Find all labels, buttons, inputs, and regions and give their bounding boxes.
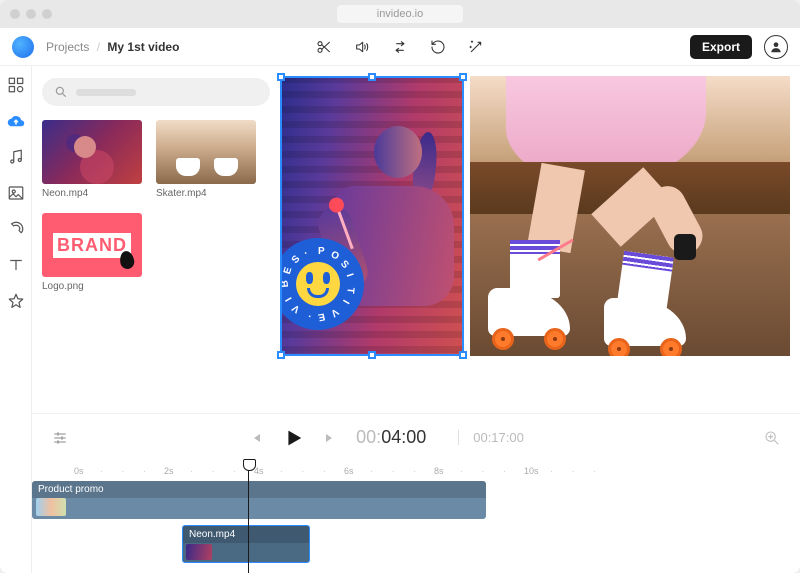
- uploads-icon[interactable]: [7, 112, 25, 130]
- media-label: Skater.mp4: [156, 188, 256, 199]
- resize-handle[interactable]: [459, 351, 467, 359]
- duration: 00:17:00: [458, 430, 524, 445]
- timeline-controls: 00:04:00 00:17:00: [32, 413, 800, 461]
- favorites-icon[interactable]: [7, 292, 25, 310]
- media-item-neon[interactable]: Neon.mp4: [42, 120, 142, 199]
- ruler-tick: 4s: [254, 466, 344, 476]
- templates-icon[interactable]: [7, 76, 25, 94]
- ruler-tick: 10s: [524, 466, 614, 476]
- media-label: Logo.png: [42, 281, 142, 292]
- export-button[interactable]: Export: [690, 35, 752, 59]
- current-time: 00:04:00: [356, 427, 426, 448]
- swap-icon[interactable]: [392, 39, 408, 55]
- selection-frame[interactable]: [280, 76, 464, 356]
- image-icon[interactable]: [7, 184, 25, 202]
- next-frame-icon[interactable]: [322, 430, 338, 446]
- sidebar: [0, 66, 32, 573]
- browser-chrome: invideo.io: [0, 0, 800, 28]
- zoom-in-icon[interactable]: [764, 430, 780, 446]
- drop-icon: [119, 250, 136, 270]
- resize-handle[interactable]: [459, 73, 467, 81]
- media-item-skater[interactable]: Skater.mp4: [156, 120, 256, 199]
- clip-label: Product promo: [32, 481, 486, 498]
- timeline-clip-promo[interactable]: Product promo: [32, 481, 486, 519]
- resize-handle[interactable]: [368, 351, 376, 359]
- volume-icon[interactable]: [354, 39, 370, 55]
- align-icon[interactable]: [52, 430, 68, 446]
- preview-canvas-selected[interactable]: POSITIVE·VIBES·: [280, 76, 464, 356]
- timeline-tracks[interactable]: Product promo Neon.mp4: [32, 481, 800, 573]
- prev-frame-icon[interactable]: [248, 430, 264, 446]
- brand-text: BRAND: [53, 233, 131, 258]
- window-controls[interactable]: [10, 9, 52, 19]
- media-panel: Neon.mp4 Skater.mp4 BRAND Logo.png: [32, 66, 280, 413]
- timeline-clip-neon[interactable]: Neon.mp4: [182, 525, 310, 563]
- resize-handle[interactable]: [277, 73, 285, 81]
- topbar: Projects / My 1st video Export: [0, 28, 800, 66]
- search-input[interactable]: [42, 78, 270, 106]
- search-placeholder: [76, 89, 136, 96]
- media-label: Neon.mp4: [42, 188, 142, 199]
- clip-thumbnail: [36, 498, 66, 516]
- cut-icon[interactable]: [316, 39, 332, 55]
- project-name[interactable]: My 1st video: [107, 40, 179, 54]
- timeline-ruler[interactable]: 0s 2s 4s 6s 8s 10s: [32, 461, 800, 481]
- app-logo-icon[interactable]: [12, 36, 34, 58]
- ruler-tick: 6s: [344, 466, 434, 476]
- preview-area: POSITIVE·VIBES·: [280, 66, 800, 413]
- url-bar[interactable]: invideo.io: [337, 5, 463, 23]
- text-icon[interactable]: [7, 256, 25, 274]
- resize-handle[interactable]: [277, 351, 285, 359]
- shapes-icon[interactable]: [7, 220, 25, 238]
- top-tools: [316, 39, 484, 55]
- breadcrumb-root[interactable]: Projects: [46, 40, 89, 54]
- music-icon[interactable]: [7, 148, 25, 166]
- ruler-tick: 0s: [74, 466, 164, 476]
- thumbnail: [42, 120, 142, 184]
- resize-handle[interactable]: [368, 73, 376, 81]
- preview-canvas-secondary[interactable]: [470, 76, 790, 356]
- magic-icon[interactable]: [468, 39, 484, 55]
- breadcrumb[interactable]: Projects / My 1st video: [46, 40, 179, 54]
- clip-thumbnail: [186, 544, 212, 560]
- ruler-tick: 8s: [434, 466, 524, 476]
- play-button[interactable]: [282, 427, 304, 449]
- account-icon[interactable]: [764, 35, 788, 59]
- ruler-tick: 2s: [164, 466, 254, 476]
- media-item-logo[interactable]: BRAND Logo.png: [42, 213, 142, 292]
- undo-icon[interactable]: [430, 39, 446, 55]
- playhead[interactable]: [248, 461, 249, 573]
- thumbnail: [156, 120, 256, 184]
- thumbnail: BRAND: [42, 213, 142, 277]
- clip-label: Neon.mp4: [183, 526, 309, 543]
